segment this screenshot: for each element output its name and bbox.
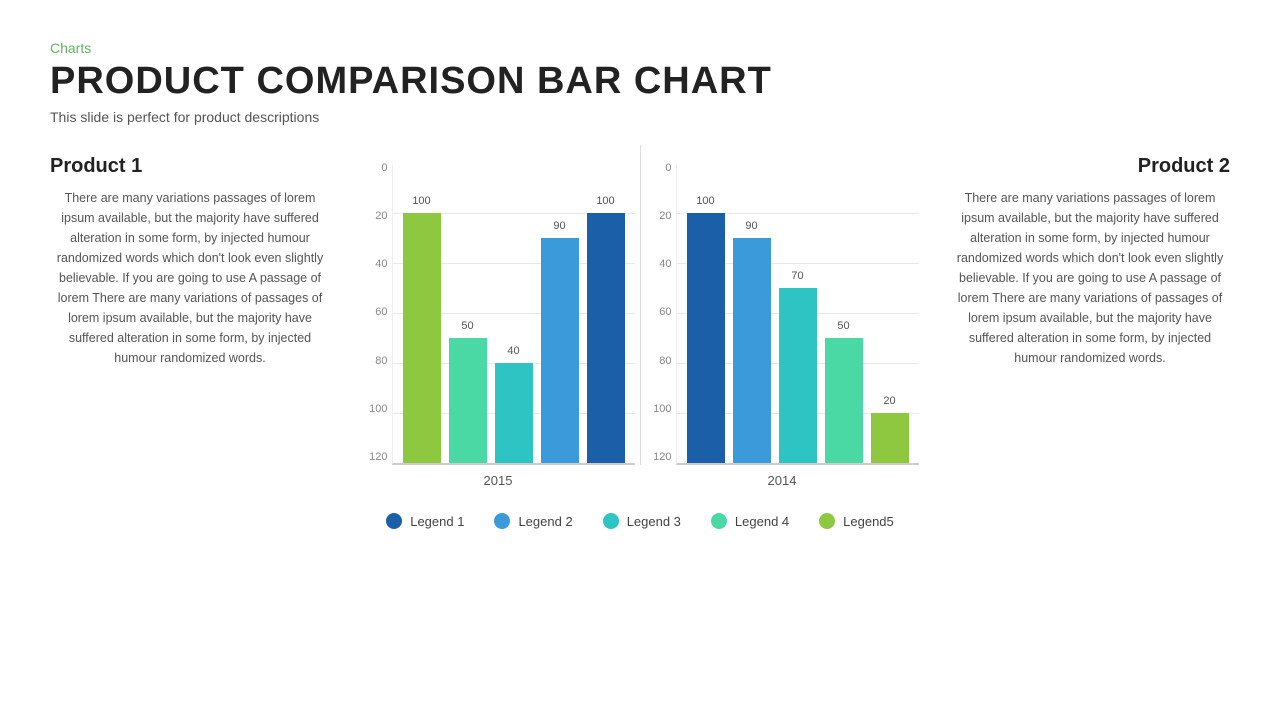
y-label: 80 (659, 356, 671, 367)
bar: 50 (825, 338, 863, 463)
chart1-wrapper: 120 100 80 60 40 20 0 100504090100 2015 (362, 145, 635, 488)
chart2-bars: 10090705020 (676, 165, 919, 465)
bar: 90 (541, 238, 579, 463)
bar: 100 (587, 213, 625, 463)
y-label: 60 (375, 307, 387, 318)
bar-value-label: 90 (541, 220, 579, 232)
y-label: 80 (375, 356, 387, 367)
legend-label: Legend 4 (735, 514, 789, 529)
bar: 70 (779, 288, 817, 463)
chart1-x-label: 2015 (484, 473, 513, 488)
bar: 20 (871, 413, 909, 463)
main-title: PRODUCT COMPARISON BAR CHART (50, 60, 1230, 103)
chart1-bars: 100504090100 (392, 165, 635, 465)
product1-body: There are many variations passages of lo… (50, 188, 330, 368)
bar-column: 20 (871, 413, 909, 463)
chart1-y-axis: 120 100 80 60 40 20 0 (362, 163, 392, 463)
y-label: 60 (659, 307, 671, 318)
chart2-wrapper: 120 100 80 60 40 20 0 10090705020 2014 (646, 145, 919, 488)
legend-item: Legend 1 (386, 513, 464, 529)
chart2-y-axis: 120 100 80 60 40 20 0 (646, 163, 676, 463)
bar-value-label: 50 (449, 320, 487, 332)
chart2-x-label: 2014 (768, 473, 797, 488)
legend-item: Legend 2 (494, 513, 572, 529)
product1-title: Product 1 (50, 155, 330, 178)
y-label: 20 (659, 211, 671, 222)
bar: 50 (449, 338, 487, 463)
charts-row: 120 100 80 60 40 20 0 100504090100 2015 (330, 145, 950, 488)
product2-title: Product 2 (950, 155, 1230, 178)
bar-value-label: 90 (733, 220, 771, 232)
bar-column: 40 (495, 363, 533, 463)
chart2-area: 120 100 80 60 40 20 0 10090705020 (646, 145, 919, 465)
bar-column: 70 (779, 288, 817, 463)
legend-label: Legend 3 (627, 514, 681, 529)
y-label: 100 (369, 404, 387, 415)
legend-dot (711, 513, 727, 529)
legend-label: Legend5 (843, 514, 894, 529)
y-label: 120 (369, 452, 387, 463)
y-label: 120 (653, 452, 671, 463)
bar-value-label: 100 (587, 195, 625, 207)
chart-divider (640, 145, 641, 465)
legend-label: Legend 1 (410, 514, 464, 529)
legend-row: Legend 1 Legend 2 Legend 3 Legend 4 Legend5 (386, 503, 894, 529)
charts-container: 120 100 80 60 40 20 0 100504090100 2015 (330, 145, 950, 529)
legend-item: Legend 4 (711, 513, 789, 529)
chart1-area: 120 100 80 60 40 20 0 100504090100 (362, 145, 635, 465)
bar-column: 100 (587, 213, 625, 463)
bar-value-label: 100 (403, 195, 441, 207)
legend-dot (603, 513, 619, 529)
bar-value-label: 70 (779, 270, 817, 282)
bar: 90 (733, 238, 771, 463)
legend-label: Legend 2 (518, 514, 572, 529)
product2-section: Product 2 There are many variations pass… (950, 145, 1230, 368)
legend-item: Legend 3 (603, 513, 681, 529)
bar-value-label: 40 (495, 345, 533, 357)
y-label: 100 (653, 404, 671, 415)
bar-column: 90 (541, 238, 579, 463)
y-label: 40 (375, 259, 387, 270)
content-area: Product 1 There are many variations pass… (50, 145, 1230, 690)
legend-dot (386, 513, 402, 529)
slide: Charts PRODUCT COMPARISON BAR CHART This… (0, 0, 1280, 720)
bar-column: 50 (449, 338, 487, 463)
bar: 100 (403, 213, 441, 463)
bar-value-label: 20 (871, 395, 909, 407)
header: Charts PRODUCT COMPARISON BAR CHART This… (50, 40, 1230, 125)
product1-section: Product 1 There are many variations pass… (50, 145, 330, 368)
bar: 40 (495, 363, 533, 463)
legend-dot (494, 513, 510, 529)
subtitle: This slide is perfect for product descri… (50, 109, 1230, 125)
bar-column: 50 (825, 338, 863, 463)
bar-value-label: 50 (825, 320, 863, 332)
bar-value-label: 100 (687, 195, 725, 207)
legend-item: Legend5 (819, 513, 894, 529)
bar-column: 100 (687, 213, 725, 463)
charts-label: Charts (50, 40, 1230, 56)
legend-dot (819, 513, 835, 529)
y-label: 20 (375, 211, 387, 222)
y-label: 0 (381, 163, 387, 174)
y-label: 0 (665, 163, 671, 174)
y-label: 40 (659, 259, 671, 270)
product2-body: There are many variations passages of lo… (950, 188, 1230, 368)
bar-column: 100 (403, 213, 441, 463)
bar: 100 (687, 213, 725, 463)
bar-column: 90 (733, 238, 771, 463)
